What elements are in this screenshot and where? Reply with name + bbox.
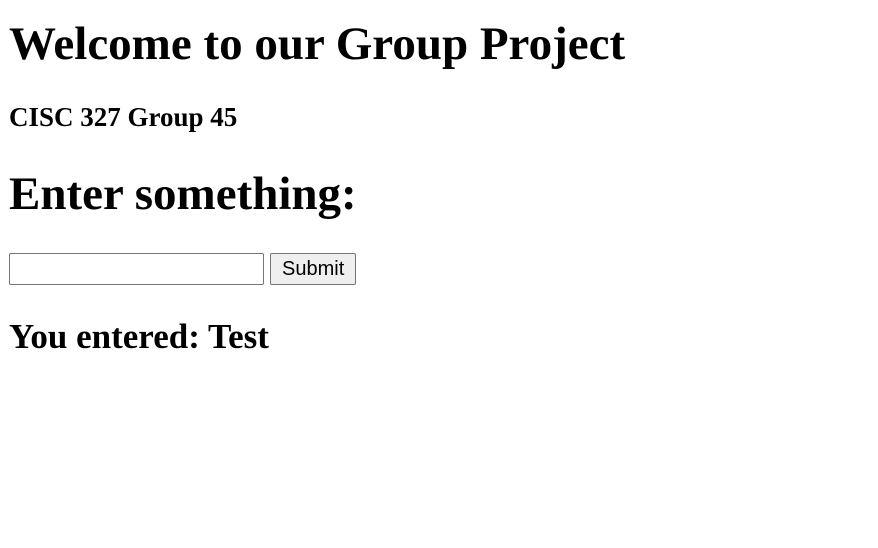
page-subtitle: CISC 327 Group 45 — [9, 102, 238, 132]
result-text: You entered: Test — [9, 317, 269, 356]
submit-button[interactable]: Submit — [270, 253, 357, 285]
page-title: Welcome to our Group Project — [9, 18, 626, 70]
text-input[interactable] — [9, 253, 264, 285]
prompt-heading: Enter something: — [9, 168, 357, 220]
page-body: Welcome to our Group Project CISC 327 Gr… — [9, 0, 878, 548]
entry-form: Submit — [9, 253, 357, 285]
